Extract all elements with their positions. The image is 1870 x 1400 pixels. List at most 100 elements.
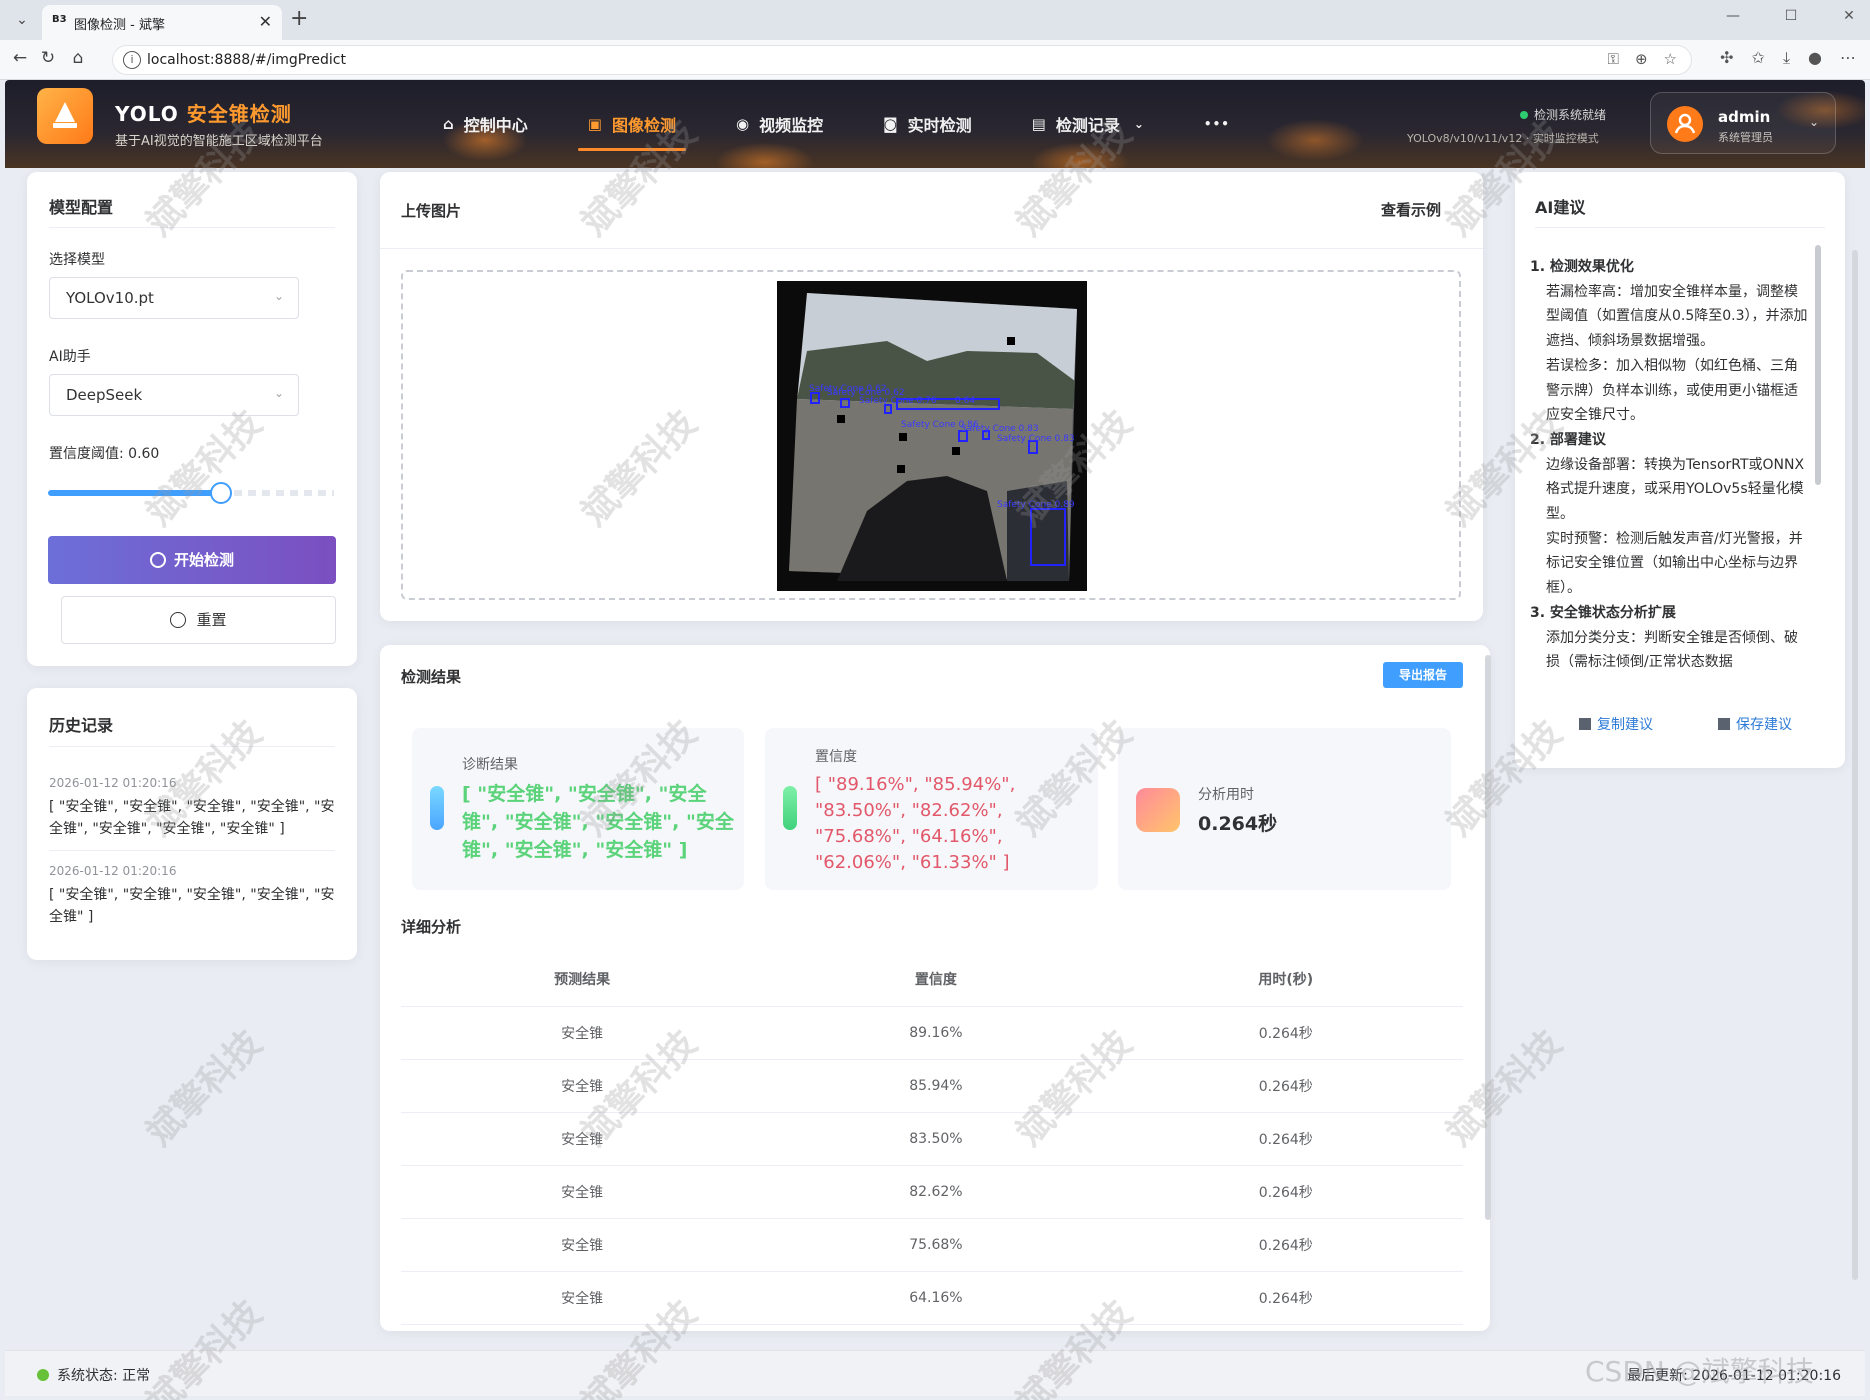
confidence-stat: 置信度 [ "89.16%", "85.94%", "83.50%", "82.… (765, 728, 1098, 890)
nav-item-records[interactable]: ▤ 检测记录 ⌄ (1002, 80, 1174, 168)
extensions-icon[interactable]: ✣ (1720, 48, 1733, 68)
table-row[interactable]: 安全锥 85.94% 0.264秒 (401, 1059, 1463, 1113)
save-advice-button[interactable]: 保存建议 (1718, 714, 1792, 734)
cell-result: 安全锥 (401, 1112, 764, 1166)
new-tab-icon[interactable]: + (290, 6, 308, 31)
app-header: YOLO 安全锥检测 基于AI视觉的智能施工区域检测平台 ⌂ 控制中心 ▣ 图像检测… (5, 80, 1865, 168)
tab-list-chevron-icon[interactable]: ⌄ (8, 8, 36, 32)
key-icon[interactable]: ⚿ (1608, 50, 1619, 68)
minimize-icon[interactable]: — (1722, 8, 1744, 24)
ai-advice-content: 1. 检测效果优化 若漏检率高：增加安全锥样本量，调整模型阈值（如置信度从0.5… (1530, 255, 1810, 685)
ai-title: AI建议 (1535, 198, 1586, 217)
zoom-icon[interactable]: ⊕ (1635, 50, 1648, 68)
favorite-star-icon[interactable]: ☆ (1664, 50, 1677, 68)
copy-advice-button[interactable]: 复制建议 (1579, 714, 1653, 734)
site-info-icon[interactable]: i (123, 51, 141, 69)
advice-text: 添加分类分支：判断安全锥是否倾倒、破损（需标注倾倒/正常状态数据 (1546, 629, 1798, 671)
user-chevron-icon: ⌄ (1808, 115, 1819, 129)
user-name: admin (1718, 108, 1771, 126)
cone-logo-icon (53, 102, 77, 128)
history-text: [ "安全锥", "安全锥", "安全锥", "安全锥", "安全锥" ] (49, 887, 335, 925)
model-select[interactable]: YOLOv10.pt ⌄ (49, 277, 299, 319)
tab-close-icon[interactable]: ✕ (259, 12, 272, 31)
ai-scrollbar[interactable] (1815, 245, 1821, 485)
chevron-down-icon: ⌄ (1133, 117, 1144, 131)
time-stat: 分析用时 0.264秒 (1118, 728, 1451, 890)
brand-title: YOLO 安全锥检测 (115, 102, 292, 126)
cell-confidence: 89.16% (763, 1006, 1109, 1060)
list-item[interactable]: 2026-01-12 01:20:16 [ "安全锥", "安全锥", "安全锥… (49, 864, 335, 928)
confidence-indicator (783, 786, 797, 830)
cell-confidence: 85.94% (763, 1059, 1109, 1113)
tab-title: 图像检测 - 斌擎 (74, 18, 165, 33)
svg-text:0.64: 0.64 (955, 396, 975, 406)
chevron-down-icon: ⌄ (273, 289, 284, 303)
browser-menu-icon[interactable]: ⋯ (1840, 48, 1856, 68)
export-report-button[interactable]: 导出报告 (1383, 662, 1463, 688)
footer: 系统状态: 正常 最后更新: 2026-01-12 01:20:16 (5, 1350, 1865, 1396)
window-close-icon[interactable]: ✕ (1838, 8, 1860, 24)
reset-button[interactable]: 重置 (61, 596, 336, 644)
cell-time: 0.264秒 (1108, 1112, 1463, 1166)
table-row[interactable]: 安全锥 64.16% 0.264秒 (401, 1271, 1463, 1325)
brand-subtitle: 基于AI视觉的智能施工区域检测平台 (115, 134, 323, 149)
watermark: 斌擎科技 (139, 1023, 270, 1154)
advice-heading: 1. 检测效果优化 (1530, 259, 1634, 275)
cell-result: 安全锥 (401, 1271, 764, 1325)
save-icon (1718, 718, 1730, 730)
ai-select[interactable]: DeepSeek ⌄ (49, 374, 299, 416)
cell-time: 0.264秒 (1108, 1165, 1463, 1219)
table-row[interactable]: 安全锥 82.62% 0.264秒 (401, 1165, 1463, 1219)
main-nav: ⌂ 控制中心 ▣ 图像检测 ◉ 视频监控 ◙ 实时检测 ▤ 检测记录 ⌄ ••• (413, 80, 1260, 168)
back-icon[interactable]: ← (8, 48, 32, 68)
threshold-slider[interactable] (48, 482, 334, 504)
diagnosis-stat: 诊断结果 [ "安全锥", "安全锥", "安全锥", "安全锥", "安全锥"… (412, 728, 744, 890)
download-icon[interactable]: ⤓ (1783, 48, 1790, 68)
slider-thumb[interactable] (210, 482, 232, 504)
status-dot (37, 1369, 49, 1381)
column-header: 预测结果 (401, 952, 764, 1007)
nav-more-button[interactable]: ••• (1174, 80, 1260, 168)
document-icon: ▤ (1031, 115, 1046, 133)
advice-heading: 2. 部署建议 (1530, 431, 1606, 448)
detail-title: 详细分析 (401, 918, 462, 936)
favorites-icon[interactable]: ✩ (1752, 48, 1765, 68)
view-example-link[interactable]: 查看示例 (1381, 199, 1441, 220)
column-header: 用时(秒) (1108, 952, 1463, 1007)
table-row[interactable]: 安全锥 89.16% 0.264秒 (401, 1006, 1463, 1060)
table-row[interactable]: 安全锥 75.68% 0.264秒 (401, 1218, 1463, 1272)
svg-text:Safety Cone 0.89: Safety Cone 0.89 (997, 500, 1075, 510)
upload-title: 上传图片 (401, 202, 462, 220)
history-text: [ "安全锥", "安全锥", "安全锥", "安全锥", "安全锥", "安全… (49, 799, 335, 837)
table-row[interactable]: 安全锥 83.50% 0.264秒 (401, 1112, 1463, 1166)
copy-icon (1579, 718, 1591, 730)
list-item[interactable]: 2026-01-12 01:20:16 [ "安全锥", "安全锥", "安全锥… (49, 776, 335, 840)
browser-tab[interactable]: B3 图像检测 - 斌擎 ✕ (42, 5, 282, 40)
ai-label: AI助手 (49, 349, 91, 365)
page-scrollbar[interactable] (1852, 250, 1858, 1280)
user-menu[interactable]: admin 系统管理员 ⌄ (1650, 92, 1836, 154)
nav-item-image-detect[interactable]: ▣ 图像检测 (558, 80, 706, 168)
nav-item-video-monitor[interactable]: ◉ 视频监控 (706, 80, 853, 168)
time-indicator (1136, 788, 1180, 832)
browser-tab-bar: ⌄ B3 图像检测 - 斌擎 ✕ + — ☐ ✕ (0, 0, 1870, 40)
home-browser-icon[interactable]: ⌂ (66, 48, 90, 68)
svg-text:Safety Cone 0.76: Safety Cone 0.76 (859, 396, 937, 406)
reload-icon[interactable]: ↻ (36, 48, 60, 68)
profile-icon[interactable]: ● (1808, 48, 1822, 68)
tab-favicon: B3 (52, 14, 67, 25)
user-icon (1674, 113, 1696, 134)
maximize-icon[interactable]: ☐ (1780, 8, 1802, 24)
nav-item-realtime[interactable]: ◙ 实时检测 (853, 80, 1002, 168)
system-ready-status: 检测系统就绪 (1520, 106, 1606, 123)
start-detect-button[interactable]: 开始检测 (48, 536, 336, 584)
results-scrollbar[interactable] (1485, 655, 1491, 1220)
config-title: 模型配置 (49, 198, 114, 217)
clock-icon (170, 612, 187, 628)
url-field[interactable]: i localhost:8888/#/imgPredict ⚿ ⊕ ☆ (112, 45, 1692, 75)
logo (37, 88, 93, 144)
nav-item-control-center[interactable]: ⌂ 控制中心 (413, 80, 558, 168)
slider-fill (48, 490, 220, 496)
home-icon: ⌂ (443, 115, 454, 133)
table-header-row: 预测结果 置信度 用时(秒) (401, 952, 1463, 1007)
